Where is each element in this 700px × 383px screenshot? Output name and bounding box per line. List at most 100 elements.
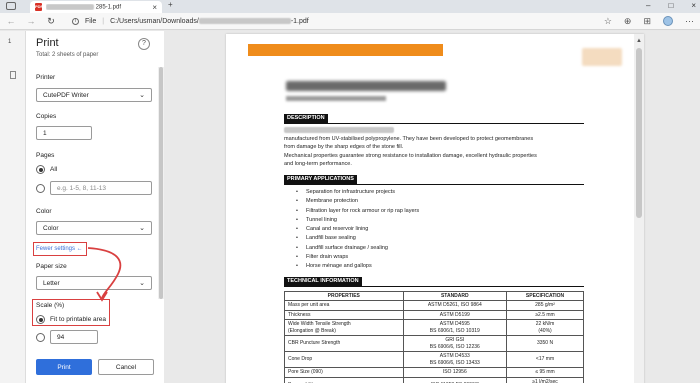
scrollbar-thumb[interactable] [636, 48, 642, 218]
scale-custom-radio[interactable] [36, 333, 45, 342]
table-cell: Pore Size (090) [284, 367, 404, 378]
tab-title: 285-1.pdf [46, 3, 148, 11]
table-row: PermeabilityISO 11058 BS 6906/3≥1 l/m2/s… [284, 376, 584, 383]
table-cell: 22 kN/m (40%) [506, 319, 584, 336]
table-cell: 3350 N [506, 335, 584, 352]
section-heading: TECHNICAL INFORMATION [284, 277, 362, 286]
address-separator: | [102, 17, 105, 25]
pdf-thumbnail-strip: 1 [0, 31, 26, 383]
printer-label: Printer [36, 74, 56, 81]
table-row: CBR Puncture Strength GRI GSI BS 6906/6, … [284, 335, 584, 352]
table-row: Mass per unit area ASTM D5261, ISO 9864 28… [284, 300, 584, 311]
window-controls: – □ × [646, 1, 696, 10]
toolbar-icons: ☆ ⊕ ⊞ ⋯ [604, 15, 694, 27]
table-cell: Wide Width Tensile Strength (Elongation … [284, 319, 404, 336]
back-icon[interactable]: ← [6, 16, 16, 26]
minimize-icon[interactable]: – [646, 1, 650, 10]
address-scheme-label: File [85, 17, 97, 25]
scale-custom-input[interactable]: 94 [50, 330, 98, 344]
address-bar[interactable]: i File | C:/Users/usman/Downloads/ -1.pdf [72, 15, 492, 28]
redacted-text [198, 17, 291, 24]
color-label: Color [36, 208, 52, 215]
list-item: Horse ménage and gallops [296, 262, 419, 272]
new-tab-button[interactable]: + [168, 0, 173, 9]
list-item: Canal and reservoir lining [296, 225, 419, 235]
table-header: PROPERTIES [284, 291, 404, 301]
table-cell: Thickness [284, 309, 404, 320]
tab-title-text: 285-1.pdf [95, 4, 122, 11]
table-cell: Mass per unit area [284, 300, 404, 311]
table-row: Wide Width Tensile Strength (Elongation … [284, 319, 584, 336]
reload-icon[interactable]: ↻ [46, 16, 56, 27]
description-line: from damage by the sharp edges of the st… [284, 144, 404, 150]
pdf-icon: PDF [35, 3, 43, 11]
browser-toolbar: ← → ↻ i File | C:/Users/usman/Downloads/… [0, 13, 700, 30]
tab-actions-icon[interactable] [6, 2, 16, 10]
table-cell: ASTM D5199 [402, 309, 508, 320]
table-row: Cone Drop ASTM D4533 BS 6906/6, ISO 13433… [284, 351, 584, 368]
section-rule [284, 184, 584, 185]
section-heading: PRIMARY APPLICATIONS [284, 175, 357, 184]
color-select[interactable]: Color ⌄ [36, 221, 152, 235]
annotation-highlight [33, 242, 87, 256]
pages-all-label: All [50, 166, 58, 173]
scroll-up-icon[interactable]: ▲ [636, 38, 642, 44]
list-item: Filter drain wraps [296, 253, 419, 263]
paper-size-select[interactable]: Letter ⌄ [36, 276, 152, 290]
page-thumbnail-icon[interactable] [10, 71, 16, 79]
table-cell: ASTM D4533 BS 6906/6, ISO 13433 [402, 351, 508, 368]
tab-strip: PDF 285-1.pdf × + – □ × [0, 0, 700, 13]
cancel-button[interactable]: Cancel [98, 359, 154, 375]
pages-custom-input[interactable]: e.g. 1-5, 8, 11-13 [50, 181, 152, 195]
copies-label: Copies [36, 113, 57, 120]
table-cell: 285 g/m² [506, 300, 584, 311]
table-header: SPECIFICATION [506, 291, 584, 301]
print-preview: DESCRIPTION manufactured from UV-stabili… [164, 31, 700, 383]
section-heading: DESCRIPTION [284, 114, 328, 123]
preview-scrollbar[interactable]: ▲ [634, 34, 644, 383]
table-row: Pore Size (090) ISO 12956 ≤ 95 mm [284, 367, 584, 378]
section-rule [284, 286, 584, 287]
close-tab-icon[interactable]: × [152, 3, 157, 12]
table-header: STANDARD [402, 291, 508, 301]
avatar[interactable] [663, 15, 673, 26]
properties-table: PROPERTIES STANDARD SPECIFICATION Mass p… [284, 291, 584, 383]
chevron-down-icon: ⌄ [139, 280, 145, 287]
section-rule [284, 123, 584, 124]
printer-select[interactable]: CutePDF Writer ⌄ [36, 88, 152, 102]
more-menu-icon[interactable]: ⋯ [685, 16, 694, 27]
table-cell: ISO 12956 [402, 367, 508, 378]
description-line: Mechanical properties guarantee strong r… [284, 152, 537, 159]
description-text: manufactured from UV-stabilised polyprop… [284, 126, 589, 169]
maximize-icon[interactable]: □ [668, 1, 673, 10]
pages-custom-radio[interactable] [36, 184, 45, 193]
close-window-icon[interactable]: × [691, 1, 696, 10]
info-icon[interactable]: i [72, 17, 79, 25]
extensions-icon[interactable]: ⊕ [624, 16, 632, 27]
paper-size-label: Paper size [36, 263, 67, 270]
help-icon[interactable]: ? [138, 38, 150, 50]
description-line: and long-term performance. [284, 161, 352, 167]
print-button[interactable]: Print [36, 359, 92, 375]
redacted-text [46, 3, 94, 10]
print-title: Print [36, 37, 59, 49]
chevron-down-icon: ⌄ [139, 225, 145, 232]
description-line: manufactured from UV-stabilised polyprop… [284, 135, 534, 142]
list-item: Landfill surface drainage / sealing [296, 244, 419, 254]
pages-all-radio[interactable] [36, 165, 45, 174]
scrollbar-thumb[interactable] [159, 67, 163, 299]
chevron-down-icon: ⌄ [139, 92, 145, 99]
table-cell: <17 mm [506, 351, 584, 368]
collections-icon[interactable]: ⊞ [643, 16, 651, 27]
table-row: Thickness ASTM D5199 ≥2.5 mm [284, 309, 584, 320]
browser-tab[interactable]: PDF 285-1.pdf × [30, 1, 162, 13]
annotation-highlight [32, 299, 110, 326]
table-cell: Cone Drop [284, 351, 404, 368]
table-cell: ≥2.5 mm [506, 309, 584, 320]
address-url: C:/Users/usman/Downloads/ -1.pdf [110, 18, 309, 25]
copies-input[interactable]: 1 [36, 126, 92, 140]
header-bar [248, 44, 443, 56]
favorite-icon[interactable]: ☆ [604, 16, 612, 27]
forward-icon[interactable]: → [26, 16, 36, 26]
paper-size-value: Letter [43, 279, 60, 287]
